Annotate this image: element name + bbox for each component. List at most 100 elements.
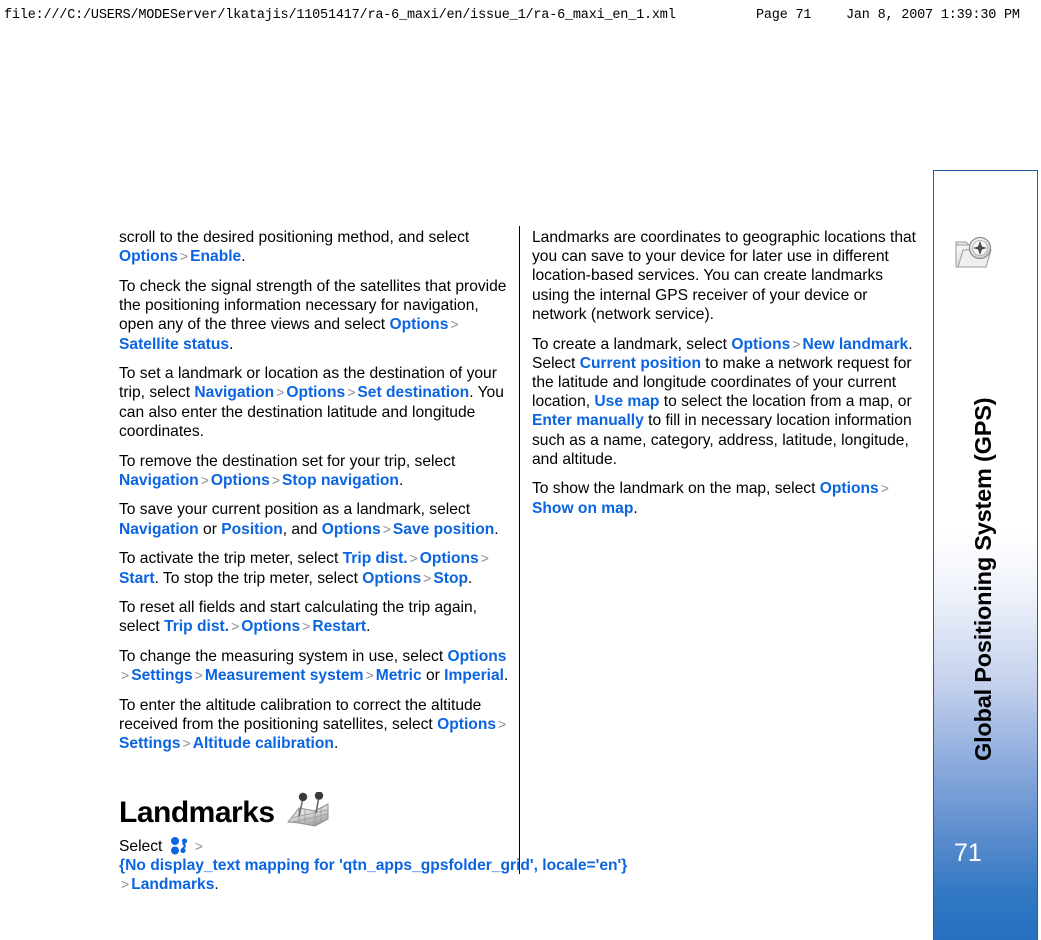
document-page: scroll to the desired positioning method… bbox=[0, 0, 1041, 940]
ui-term[interactable]: Options bbox=[241, 618, 300, 635]
ui-term[interactable]: Current position bbox=[580, 355, 701, 372]
ui-term[interactable]: Options bbox=[448, 648, 507, 665]
ui-term[interactable]: Trip dist. bbox=[164, 618, 229, 635]
ui-term[interactable]: {No display_text mapping for 'qtn_apps_g… bbox=[119, 857, 627, 874]
body-text: . bbox=[503, 667, 509, 685]
ui-term[interactable]: Satellite status bbox=[119, 336, 229, 353]
chevron-right-icon: > bbox=[200, 471, 209, 488]
section-heading: Landmarks bbox=[119, 790, 509, 830]
section-heading-text: Landmarks bbox=[119, 795, 275, 829]
body-text: or bbox=[198, 520, 222, 538]
column-divider bbox=[519, 226, 520, 874]
body-text: . To stop the trip meter, select bbox=[154, 569, 363, 587]
body-text: Select bbox=[119, 837, 167, 855]
chevron-right-icon: > bbox=[450, 316, 459, 333]
body-text: . bbox=[229, 335, 234, 353]
body-text: . bbox=[241, 248, 246, 266]
paragraph: To show the landmark on the map, select … bbox=[532, 479, 922, 517]
chevron-right-icon: > bbox=[302, 618, 311, 635]
ui-term[interactable]: Stop bbox=[433, 570, 468, 587]
body-text: . bbox=[494, 520, 499, 538]
left-text-column: scroll to the desired positioning method… bbox=[119, 228, 627, 905]
body-text: . bbox=[366, 618, 371, 636]
body-text: . bbox=[468, 569, 473, 587]
chevron-right-icon: > bbox=[792, 335, 801, 352]
ui-term[interactable]: Trip dist. bbox=[343, 550, 408, 567]
ui-term[interactable]: Navigation bbox=[119, 472, 199, 489]
paragraph: To remove the destination set for your t… bbox=[119, 452, 509, 490]
ui-term[interactable]: Options bbox=[286, 384, 345, 401]
ui-term[interactable]: Options bbox=[211, 472, 270, 489]
chapter-side-tab: Global Positioning System (GPS) 71 bbox=[933, 170, 1038, 940]
ui-term[interactable]: Options bbox=[389, 316, 448, 333]
chevron-right-icon: > bbox=[365, 667, 374, 684]
chapter-title: Global Positioning System (GPS) bbox=[970, 397, 996, 761]
chevron-right-icon: > bbox=[880, 480, 889, 497]
right-text-column: Landmarks are coordinates to geographic … bbox=[532, 228, 922, 528]
body-text: To remove the destination set for your t… bbox=[119, 452, 456, 470]
body-text: To change the measuring system in use, s… bbox=[119, 648, 448, 666]
ui-term[interactable]: Metric bbox=[376, 667, 422, 684]
paragraph: To save your current position as a landm… bbox=[119, 500, 509, 538]
ui-term[interactable]: Show on map bbox=[532, 500, 633, 517]
ui-term[interactable]: Settings bbox=[131, 667, 193, 684]
body-text: , and bbox=[282, 520, 322, 538]
chevron-right-icon: > bbox=[423, 569, 432, 586]
ui-term[interactable]: Position bbox=[221, 521, 283, 538]
paragraph: scroll to the desired positioning method… bbox=[119, 228, 509, 266]
ui-term[interactable]: Options bbox=[437, 716, 496, 733]
body-text: To activate the trip meter, select bbox=[119, 550, 343, 568]
chevron-right-icon: > bbox=[276, 384, 285, 401]
ui-term[interactable]: Options bbox=[119, 248, 178, 265]
ui-term[interactable]: Settings bbox=[119, 735, 181, 752]
chevron-right-icon: > bbox=[194, 837, 203, 854]
body-text: Landmarks are coordinates to geographic … bbox=[532, 229, 917, 323]
body-text: . bbox=[214, 876, 219, 894]
paragraph: Landmarks are coordinates to geographic … bbox=[532, 228, 922, 324]
ui-term[interactable]: Enable bbox=[190, 248, 241, 265]
chevron-right-icon: > bbox=[271, 471, 280, 488]
ui-term[interactable]: Navigation bbox=[194, 384, 274, 401]
chevron-right-icon: > bbox=[194, 667, 203, 684]
gps-folder-grid-icon bbox=[170, 836, 190, 855]
ui-term[interactable]: Imperial bbox=[444, 667, 504, 684]
ui-term[interactable]: Options bbox=[362, 570, 421, 587]
ui-term[interactable]: Stop navigation bbox=[282, 472, 399, 489]
ui-term[interactable]: Navigation bbox=[119, 521, 199, 538]
ui-term[interactable]: Restart bbox=[312, 618, 366, 635]
ui-term[interactable]: Measurement system bbox=[205, 667, 364, 684]
paragraph: To set a landmark or location as the des… bbox=[119, 364, 509, 441]
paragraph: To change the measuring system in use, s… bbox=[119, 647, 509, 685]
chevron-right-icon: > bbox=[231, 618, 240, 635]
chevron-right-icon: > bbox=[382, 520, 391, 537]
body-text: To save your current position as a landm… bbox=[119, 501, 471, 519]
chevron-right-icon: > bbox=[480, 550, 489, 567]
chevron-right-icon: > bbox=[182, 735, 191, 752]
page-number: 71 bbox=[954, 839, 982, 867]
ui-term[interactable]: Options bbox=[322, 521, 381, 538]
paragraph: To activate the trip meter, select Trip … bbox=[119, 549, 509, 587]
ui-term[interactable]: Options bbox=[420, 550, 479, 567]
chevron-right-icon: > bbox=[179, 248, 189, 265]
ui-term[interactable]: Altitude calibration bbox=[193, 735, 334, 752]
ui-term[interactable]: Enter manually bbox=[532, 412, 644, 429]
paragraph: To reset all fields and start calculatin… bbox=[119, 598, 509, 636]
ui-term[interactable]: Save position bbox=[393, 521, 494, 538]
ui-term[interactable]: New landmark bbox=[802, 336, 908, 353]
ui-term[interactable]: Start bbox=[119, 570, 155, 587]
chevron-right-icon: > bbox=[498, 716, 507, 733]
ui-term[interactable]: Landmarks bbox=[131, 876, 214, 893]
paragraph: To check the signal strength of the sate… bbox=[119, 277, 509, 354]
body-text: To enter the altitude calibration to cor… bbox=[119, 697, 482, 734]
folded-map-with-pins-icon bbox=[285, 791, 331, 832]
ui-term[interactable]: Options bbox=[820, 480, 879, 497]
chevron-right-icon: > bbox=[121, 876, 130, 893]
chevron-right-icon: > bbox=[121, 667, 130, 684]
paragraph: To create a landmark, select Options > New… bbox=[532, 335, 922, 469]
paragraph: To enter the altitude calibration to cor… bbox=[119, 696, 509, 754]
ui-term[interactable]: Options bbox=[731, 336, 790, 353]
body-text: scroll to the desired positioning method… bbox=[119, 229, 470, 246]
ui-term[interactable]: Use map bbox=[594, 393, 659, 410]
ui-term[interactable]: Set destination bbox=[357, 384, 469, 401]
body-text: . bbox=[398, 471, 404, 489]
